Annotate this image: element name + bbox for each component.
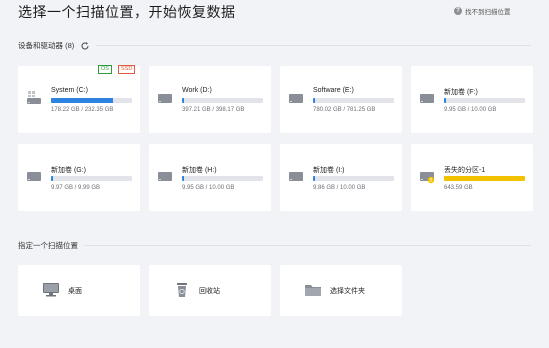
drive-size: 643.59 GB — [444, 185, 473, 191]
drive-name: Work (D:) — [182, 87, 212, 94]
drive-name: 新加卷 (F:) — [444, 89, 478, 96]
drive-name: 新加卷 (H:) — [182, 167, 217, 174]
drive-card-g[interactable]: 新加卷 (G:) 9.97 GB / 9.99 GB — [18, 144, 140, 211]
page-title: 选择一个扫描位置，开始恢复数据 — [18, 4, 236, 20]
ssd-badge: SSD — [118, 65, 136, 74]
desktop-icon — [43, 283, 59, 297]
usage-bar — [182, 98, 263, 103]
drive-size: 9.86 GB / 10.00 GB — [313, 185, 366, 191]
drive-size: 397.21 GB / 398.17 GB — [182, 107, 245, 113]
usage-bar — [313, 176, 394, 181]
drive-card-lost-partition[interactable]: 丢失的分区-1 643.59 GB — [411, 144, 533, 211]
hard-drive-icon — [289, 94, 303, 103]
usage-bar-fill — [444, 98, 446, 103]
devices-section-header: 设备和驱动器 (8) — [18, 40, 531, 51]
drive-card-f[interactable]: 新加卷 (F:) 9.95 GB / 10.00 GB — [411, 66, 533, 133]
recycle-bin-icon — [177, 283, 187, 297]
location-label: 回收站 — [199, 288, 220, 295]
location-desktop[interactable]: 桌面 — [18, 265, 140, 316]
location-label: 桌面 — [68, 288, 82, 295]
usage-bar-fill — [444, 176, 525, 181]
usage-bar-fill — [51, 98, 114, 103]
usage-bar-fill — [313, 176, 315, 181]
section-divider — [84, 245, 531, 246]
hard-drive-icon — [158, 94, 172, 103]
drive-name: 新加卷 (I:) — [313, 167, 345, 174]
drive-size: 9.97 GB / 9.99 GB — [51, 185, 101, 191]
refresh-icon[interactable] — [80, 41, 90, 51]
hard-drive-icon — [158, 172, 172, 181]
drive-name: Software (E:) — [313, 87, 354, 94]
help-link-label: 找不到扫描位置 — [465, 9, 511, 16]
locations-section-title: 指定一个扫描位置 — [18, 241, 78, 250]
drive-card-h[interactable]: 新加卷 (H:) 9.95 GB / 10.00 GB — [149, 144, 271, 211]
usage-bar — [444, 176, 525, 181]
usage-bar — [444, 98, 525, 103]
drive-size: 178.22 GB / 232.35 GB — [51, 107, 114, 113]
location-recycle-bin[interactable]: 回收站 — [149, 265, 271, 316]
usage-bar — [313, 98, 394, 103]
location-select-folder[interactable]: 选择文件夹 — [280, 265, 402, 316]
lost-partition-icon — [420, 172, 435, 184]
drive-name: 新加卷 (G:) — [51, 167, 86, 174]
section-divider — [96, 45, 531, 46]
folder-icon — [305, 285, 321, 296]
help-link[interactable]: ? 找不到扫描位置 — [454, 6, 511, 16]
drive-card-e[interactable]: Software (E:) 780.02 GB / 781.25 GB — [280, 66, 402, 133]
drive-size: 780.02 GB / 781.25 GB — [313, 107, 376, 113]
usage-bar-fill — [313, 98, 315, 103]
drive-size: 9.95 GB / 10.00 GB — [444, 107, 497, 113]
hard-drive-icon — [27, 172, 41, 181]
question-circle-icon: ? — [454, 7, 462, 15]
usage-bar — [182, 176, 263, 181]
os-badge: OS — [98, 65, 112, 74]
drive-card-i[interactable]: 新加卷 (I:) 9.86 GB / 10.00 GB — [280, 144, 402, 211]
hard-drive-icon — [289, 172, 303, 181]
drive-card-d[interactable]: Work (D:) 397.21 GB / 398.17 GB — [149, 66, 271, 133]
usage-bar-fill — [182, 98, 184, 103]
location-label: 选择文件夹 — [330, 288, 365, 295]
drive-name: System (C:) — [51, 87, 88, 94]
usage-bar-fill — [51, 176, 53, 181]
hard-drive-icon — [420, 94, 434, 103]
windows-drive-icon — [27, 91, 41, 104]
usage-bar — [51, 98, 132, 103]
usage-bar — [51, 176, 132, 181]
drive-name: 丢失的分区-1 — [444, 167, 486, 174]
locations-section-header: 指定一个扫描位置 — [18, 240, 531, 251]
drive-card-c[interactable]: OS SSD System (C:) 178.22 GB / 232.35 GB — [18, 65, 140, 133]
drive-size: 9.95 GB / 10.00 GB — [182, 185, 235, 191]
devices-section-title: 设备和驱动器 (8) — [18, 41, 75, 50]
usage-bar-fill — [182, 176, 184, 181]
